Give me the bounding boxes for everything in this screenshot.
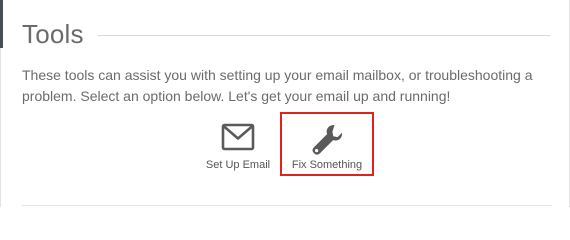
wrench-icon	[312, 125, 343, 155]
set-up-email-button[interactable]: Set Up Email	[201, 123, 275, 175]
title-divider	[97, 34, 550, 36]
bottom-divider	[22, 205, 552, 206]
tools-panel: Tools These tools can assist you with se…	[0, 0, 570, 207]
section-header: Tools	[22, 14, 550, 54]
panel-left-border	[0, 48, 1, 207]
page-title: Tools	[22, 19, 84, 49]
section-description: These tools can assist you with setting …	[22, 67, 533, 104]
fix-something-label: Fix Something	[291, 159, 363, 171]
set-up-email-label: Set Up Email	[205, 159, 271, 171]
envelope-icon	[221, 123, 255, 151]
fix-something-button[interactable]: Fix Something	[280, 112, 374, 176]
section-accent-bar	[0, 0, 3, 48]
